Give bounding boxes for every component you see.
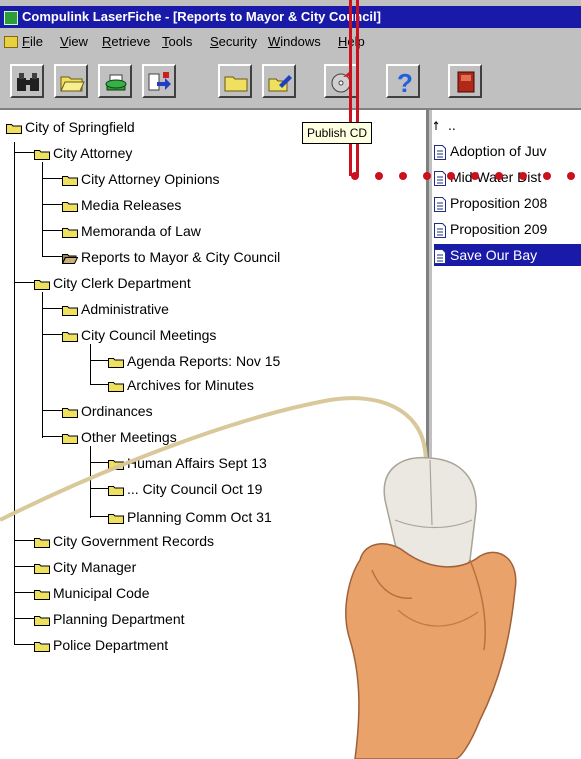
hand-mouse-graphic — [0, 396, 517, 759]
